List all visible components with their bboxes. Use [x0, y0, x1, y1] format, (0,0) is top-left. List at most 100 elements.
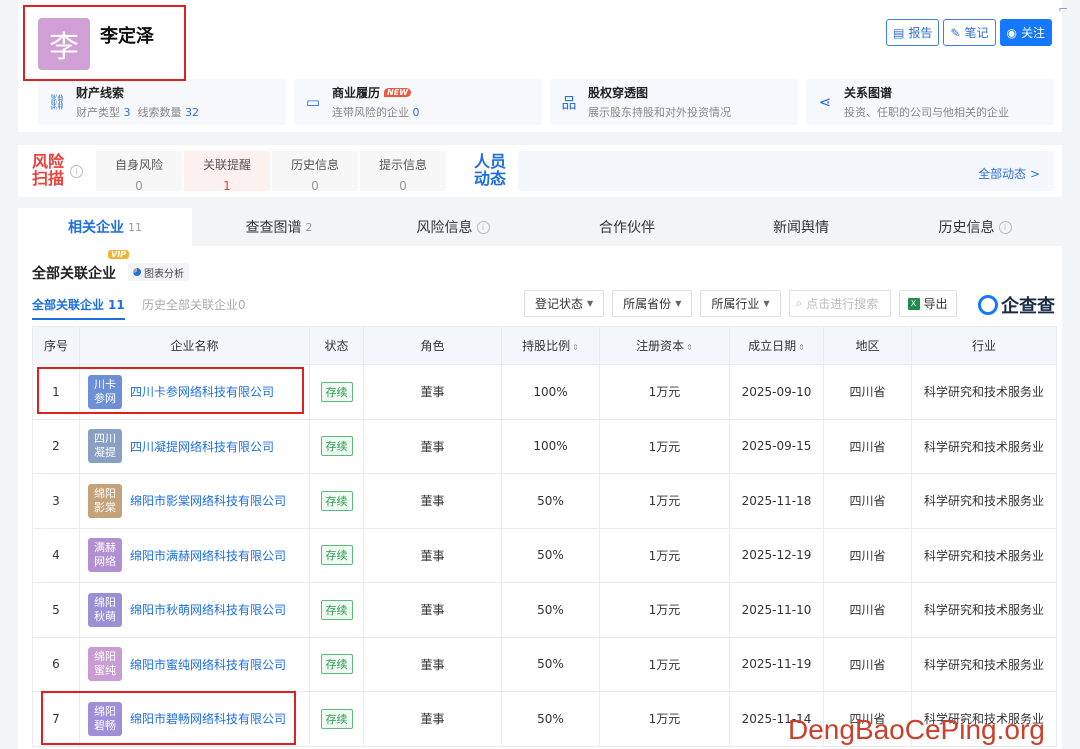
table-row[interactable]: 4 满赫网络 绵阳市满赫网络科技有限公司 存续 董事 50% 1万元 2025-12-19 四川…	[32, 527, 1057, 583]
cell-capital: 1万元	[599, 473, 730, 529]
th-name: 企业名称	[79, 326, 310, 365]
company-logo: 绵阳蜜纯	[88, 647, 122, 682]
chart-analysis-button[interactable]: 图表分析	[128, 263, 189, 281]
card-sub: 展示股东持股和对外投资情况	[588, 106, 731, 119]
company-name-link[interactable]: 绵阳市秋萌网络科技有限公司	[130, 601, 286, 618]
th-status: 状态	[309, 326, 364, 365]
th-role: 角色	[363, 326, 502, 365]
org-chart-icon: 品	[561, 93, 577, 112]
cell-role: 董事	[363, 473, 502, 529]
cell-status: 存续	[309, 691, 364, 747]
sort-icon: ⇕	[572, 343, 579, 352]
tab-history[interactable]: 历史信息 i	[888, 208, 1062, 246]
cell-region: 四川省	[823, 527, 912, 583]
tab-risk-info[interactable]: 风险信息 i	[366, 208, 540, 246]
subtab-history-related[interactable]: 历史全部关联企业0	[142, 296, 246, 313]
report-button[interactable]: ▤ 报告	[886, 19, 940, 46]
tab-related-companies[interactable]: 相关企业 11	[18, 208, 192, 246]
cell-region: 四川省	[823, 364, 912, 420]
cell-region: 四川省	[823, 473, 912, 529]
cell-index: 3	[32, 473, 80, 529]
cell-date: 2025-12-19	[729, 527, 824, 583]
status-badge: 存续	[320, 708, 353, 729]
cell-share: 100%	[501, 364, 600, 420]
report-label: 报告	[908, 26, 933, 40]
feature-cards: ⛓ 财产线索 财产类型 3 线索数量 32 ▭ 商业履历 NEW 连带风险的企业 …	[38, 79, 1054, 125]
cell-date: 2025-09-10	[729, 364, 824, 420]
all-dynamics-link[interactable]: 全部动态 >	[978, 165, 1040, 182]
cell-role: 董事	[363, 691, 502, 747]
export-button[interactable]: X 导出	[898, 290, 957, 317]
cell-share: 50%	[501, 473, 600, 529]
cell-company: 绵阳蜜纯 绵阳市蜜纯网络科技有限公司	[79, 636, 310, 692]
risk-scan-bar: 风险扫描 i 自身风险 0 关联提醒 1 历史信息 0 提示信息 0 人员动态 全部动态…	[18, 145, 1062, 197]
table-row[interactable]: 3 绵阳影棠 绵阳市影棠网络科技有限公司 存续 董事 50% 1万元 2025-11-18 四川…	[32, 473, 1057, 529]
table-row[interactable]: 5 绵阳秋萌 绵阳市秋萌网络科技有限公司 存续 董事 50% 1万元 2025-11-10 四川…	[32, 582, 1057, 638]
section-title: 全部关联企业	[32, 266, 116, 282]
note-button[interactable]: ✎ 笔记	[943, 19, 996, 46]
th-date[interactable]: 成立日期 ⇕	[729, 326, 824, 365]
status-filter[interactable]: 登记状态 ▼	[524, 290, 605, 317]
company-logo: 满赫网络	[88, 538, 122, 573]
cell-status: 存续	[309, 527, 364, 583]
main-panel: 相关企业 11 查查图谱 2 风险信息 i 合作伙伴 新闻舆情 历史信息 i 全部关联企…	[18, 208, 1062, 749]
company-name-link[interactable]: 绵阳市影棠网络科技有限公司	[130, 492, 286, 509]
tab-graph[interactable]: 查查图谱 2	[192, 208, 366, 246]
industry-filter[interactable]: 所属行业 ▼	[700, 290, 781, 317]
tab-news[interactable]: 新闻舆情	[714, 208, 888, 246]
dynamics-box: 全部动态 >	[518, 151, 1054, 191]
search-icon: ⌕	[795, 296, 803, 310]
card-relation-graph[interactable]: ⋖ 关系图谱 投资、任职的公司与他相关的企业	[806, 79, 1054, 125]
cell-region: 四川省	[823, 582, 912, 638]
company-name-link[interactable]: 绵阳市蜜纯网络科技有限公司	[130, 656, 286, 673]
table-row[interactable]: 2 四川凝提 四川凝提网络科技有限公司 存续 董事 100% 1万元 2025-09-15 四川…	[32, 418, 1057, 474]
risk-item-self[interactable]: 自身风险 0	[96, 151, 182, 193]
status-badge: 存续	[320, 599, 353, 620]
status-badge: 存续	[320, 436, 353, 457]
company-name-link[interactable]: 四川凝提网络科技有限公司	[130, 438, 274, 455]
cell-industry: 科学研究和技术服务业	[911, 582, 1057, 638]
cell-role: 董事	[363, 636, 502, 692]
table-header: 序号 企业名称 状态 角色 持股比例 ⇕ 注册资本 ⇕ 成立日期 ⇕ 地区 行业	[32, 326, 1057, 365]
card-title: 股权穿透图	[588, 86, 649, 100]
card-equity-chart[interactable]: 品 股权穿透图 展示股东持股和对外投资情况	[550, 79, 798, 125]
info-icon[interactable]: i	[70, 165, 83, 178]
document-icon: ▤	[893, 25, 905, 40]
cell-share: 50%	[501, 582, 600, 638]
info-icon: i	[998, 220, 1012, 234]
th-share[interactable]: 持股比例 ⇕	[501, 326, 600, 365]
risk-item-related[interactable]: 关联提醒 1	[184, 151, 270, 193]
cell-status: 存续	[309, 636, 364, 692]
follow-icon: ◉	[1006, 25, 1017, 40]
info-icon: i	[476, 220, 490, 234]
subtab-all-related[interactable]: 全部关联企业 11	[32, 296, 125, 320]
table-row[interactable]: 6 绵阳蜜纯 绵阳市蜜纯网络科技有限公司 存续 董事 50% 1万元 2025-11-19 四川…	[32, 636, 1057, 692]
cell-industry: 科学研究和技术服务业	[911, 473, 1057, 529]
cell-capital: 1万元	[599, 364, 730, 420]
follow-button[interactable]: ◉ 关注	[999, 19, 1052, 46]
company-name-link[interactable]: 绵阳市满赫网络科技有限公司	[130, 547, 286, 564]
briefcase-icon: ▭	[305, 93, 321, 111]
cell-index: 2	[32, 418, 80, 474]
person-dynamics-title: 人员动态	[474, 152, 507, 188]
cell-capital: 1万元	[599, 527, 730, 583]
risk-item-history[interactable]: 历史信息 0	[272, 151, 358, 193]
cell-index: 4	[32, 527, 80, 583]
status-badge: 存续	[320, 654, 353, 675]
th-capital[interactable]: 注册资本 ⇕	[599, 326, 730, 365]
province-filter[interactable]: 所属省份 ▼	[612, 290, 693, 317]
cell-company: 满赫网络 绵阳市满赫网络科技有限公司	[79, 527, 310, 583]
caret-down-icon: ▼	[763, 299, 770, 308]
card-business-history[interactable]: ▭ 商业履历 NEW 连带风险的企业 0	[294, 79, 542, 125]
search-input[interactable]: ⌕ 点击进行搜索	[788, 290, 891, 317]
brand-logo: 企查查	[978, 292, 1055, 318]
cell-status: 存续	[309, 364, 364, 420]
brand-icon	[978, 295, 998, 315]
risk-item-hint[interactable]: 提示信息 0	[360, 151, 446, 193]
tab-partners[interactable]: 合作伙伴	[540, 208, 714, 246]
corner-expand-icon[interactable]: ⌐	[1058, 2, 1068, 16]
highlight-box-person	[23, 5, 186, 81]
card-property-clues[interactable]: ⛓ 财产线索 财产类型 3 线索数量 32	[38, 79, 286, 125]
new-badge: NEW	[384, 88, 411, 97]
excel-icon: X	[907, 297, 920, 310]
